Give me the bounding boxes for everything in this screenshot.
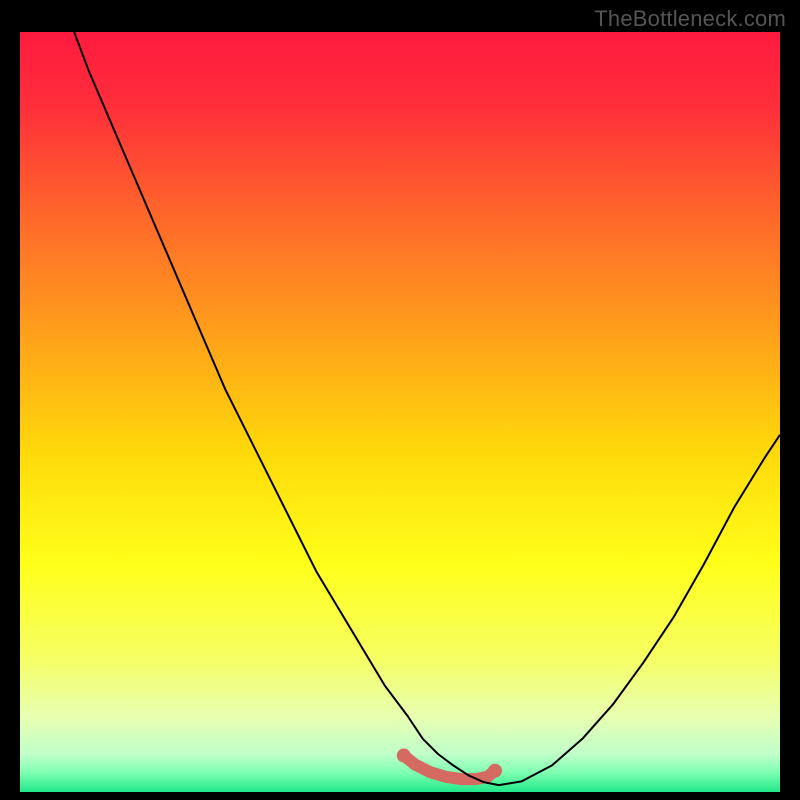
chart-container: TheBottleneck.com [0,0,800,800]
highlight-dot [397,749,411,763]
plot-area [20,32,780,792]
watermark-text: TheBottleneck.com [594,6,786,32]
highlight-dot [488,764,502,778]
gradient-background [20,32,780,792]
chart-svg [20,32,780,792]
